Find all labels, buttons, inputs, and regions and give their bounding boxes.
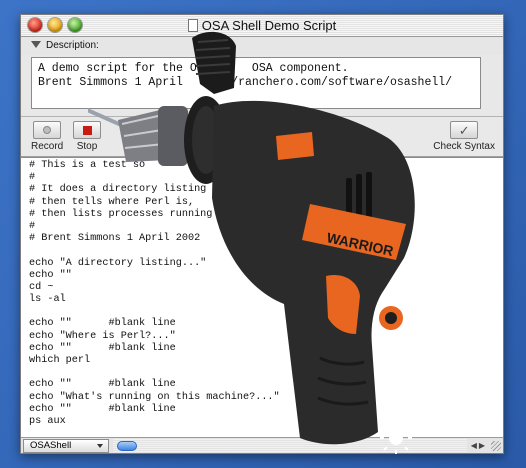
scroll-right-icon[interactable]: ▶ [479,441,485,450]
side-handle [192,31,236,94]
resize-grip[interactable] [491,440,501,451]
scroll-left-icon[interactable]: ◀ [471,441,477,450]
light-icon [380,422,412,454]
direction-switch [276,132,314,160]
record-icon [43,126,52,134]
checkmark-icon: ✓ [458,122,470,138]
language-value: OSAShell [30,439,72,451]
power-drill-image: WARRIOR [88,31,415,454]
record-tool[interactable]: Record [31,121,63,152]
drill-chuck [118,106,188,166]
check-syntax-tool[interactable]: ✓ Check Syntax [433,121,495,152]
motor-vents [346,172,372,218]
disclosure-triangle-icon[interactable] [31,41,41,48]
scroll-arrows: ◀ ▶ [471,441,485,450]
record-label: Record [31,141,64,152]
record-button[interactable] [33,121,62,139]
check-syntax-label: Check Syntax [433,141,495,152]
check-syntax-button[interactable]: ✓ [450,121,479,139]
